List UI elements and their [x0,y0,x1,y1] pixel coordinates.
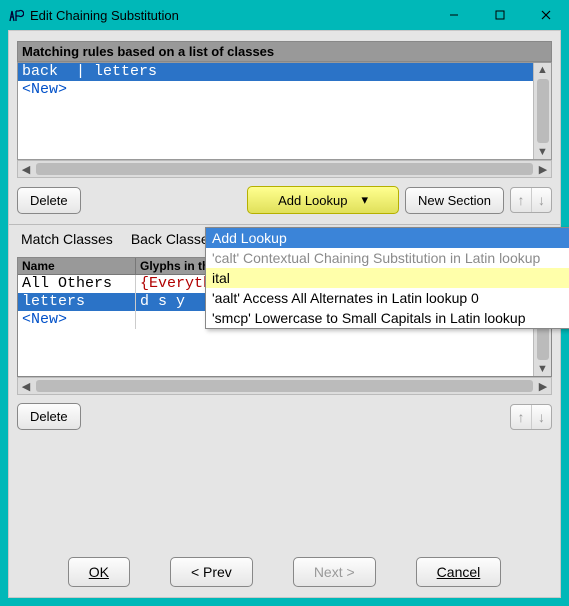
add-lookup-dropdown-button[interactable]: Add Lookup ▾ [247,186,399,214]
app-icon [8,7,24,23]
scroll-right-icon[interactable]: ▶ [535,163,551,176]
divider [9,224,560,225]
scroll-thumb[interactable] [36,380,533,392]
close-button[interactable] [523,0,569,30]
next-button[interactable]: Next > [293,557,376,587]
scroll-thumb[interactable] [537,79,549,143]
menu-item[interactable]: 'smcp' Lowercase to Small Capitals in La… [206,308,569,328]
cancel-button[interactable]: Cancel [416,557,502,587]
move-up-button[interactable]: ↑ [511,405,531,429]
scroll-right-icon[interactable]: ▶ [535,380,551,393]
maximize-button[interactable] [477,0,523,30]
scroll-left-icon[interactable]: ◀ [18,163,34,176]
add-lookup-label: Add Lookup [278,193,347,208]
menu-item: 'calt' Contextual Chaining Substitution … [206,248,569,268]
window-title: Edit Chaining Substitution [30,8,431,23]
scroll-up-icon[interactable]: ▲ [537,63,548,77]
class-order-arrows: ↑ ↓ [510,404,552,430]
new-section-button[interactable]: New Section [405,187,504,214]
dialog-footer: OK < Prev Next > Cancel [9,557,560,587]
menu-header: Add Lookup [206,228,569,248]
titlebar: Edit Chaining Substitution [0,0,569,30]
scroll-thumb[interactable] [36,163,533,175]
menu-item[interactable]: ital [206,268,569,288]
chevron-down-icon: ▾ [361,192,368,208]
scroll-down-icon[interactable]: ▼ [537,362,548,376]
rules-vertical-scrollbar[interactable]: ▲ ▼ [533,63,551,159]
ok-button[interactable]: OK [68,557,130,587]
move-down-button[interactable]: ↓ [531,405,551,429]
scroll-down-icon[interactable]: ▼ [537,145,548,159]
column-name: Name [18,258,136,274]
table-horizontal-scrollbar[interactable]: ◀ ▶ [17,377,552,395]
rule-row[interactable]: <New> [18,81,533,99]
minimize-button[interactable] [431,0,477,30]
rules-horizontal-scrollbar[interactable]: ◀ ▶ [17,160,552,178]
add-lookup-menu: Add Lookup 'calt' Contextual Chaining Su… [205,227,569,329]
move-up-button[interactable]: ↑ [511,188,531,212]
menu-item[interactable]: 'aalt' Access All Alternates in Latin lo… [206,288,569,308]
move-down-button[interactable]: ↓ [531,188,551,212]
prev-button[interactable]: < Prev [170,557,253,587]
rule-row[interactable]: back | letters [18,63,533,81]
delete-rule-button[interactable]: Delete [17,187,81,214]
tab-back-classes[interactable]: Back Classes [131,231,216,249]
scroll-left-icon[interactable]: ◀ [18,380,34,393]
order-arrows: ↑ ↓ [510,187,552,213]
rules-section-label: Matching rules based on a list of classe… [17,41,552,62]
delete-class-button[interactable]: Delete [17,403,81,430]
tab-match-classes[interactable]: Match Classes [21,231,113,249]
rules-listbox[interactable]: back | letters<New> ▲ ▼ [17,62,552,160]
